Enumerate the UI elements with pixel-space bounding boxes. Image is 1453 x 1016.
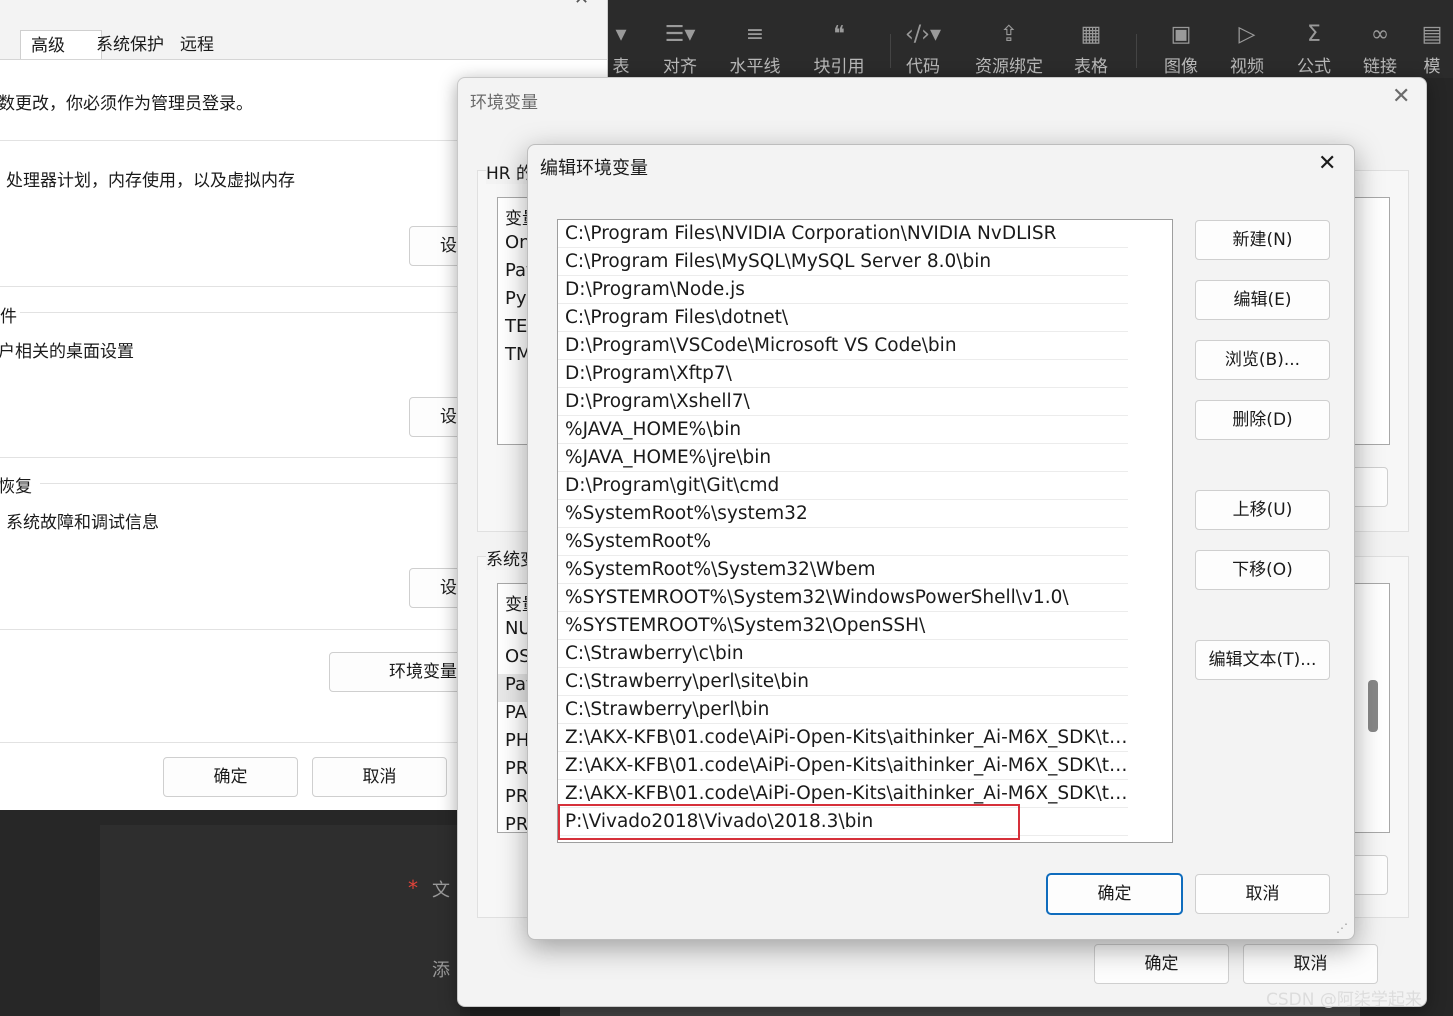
edit-text-button[interactable]: 编辑文本(T)... [1195,640,1330,680]
toolbar-divider [1136,34,1137,68]
window-title: 环境变量 [470,93,538,113]
quote-icon: ❝ [833,22,845,47]
recovery-description: 系统故障和调试信息 [6,513,159,533]
path-list-item[interactable]: C:\Strawberry\c\bin [558,640,1128,668]
path-list-item[interactable]: %SYSTEMROOT%\System32\OpenSSH\ [558,612,1128,640]
move-down-button[interactable]: 下移(O) [1195,550,1330,590]
path-list-item[interactable]: C:\Strawberry\perl\bin [558,696,1128,724]
close-icon[interactable]: ✕ [1318,151,1336,176]
close-icon[interactable]: ✕ [574,0,589,9]
close-icon[interactable]: ✕ [1392,84,1410,109]
path-list-item[interactable]: %JAVA_HOME%\jre\bin [558,444,1128,472]
path-rows: C:\Program Files\NVIDIA Corporation\NVID… [558,220,1172,836]
divider [0,457,470,458]
video-icon: ▷ [1238,22,1256,47]
path-list-item[interactable]: D:\Program\Xshell7\ [558,388,1128,416]
tab-remote[interactable]: 远程 [176,30,218,60]
path-list-item[interactable]: C:\Strawberry\perl\site\bin [558,668,1128,696]
watermark: CSDN @阿柒学起来 [1266,990,1422,1010]
toolbar-hr[interactable]: ≡ 水平线 [720,18,790,77]
list-item[interactable]: PR [505,814,528,832]
align-icon: ☰▾ [664,22,696,47]
template-icon: ▤ [1421,22,1443,47]
path-list-item[interactable]: %SystemRoot%\system32 [558,500,1128,528]
divider [20,312,470,313]
form-label-article: 文 [432,880,450,901]
divider [0,286,470,287]
list-item[interactable]: Py [505,288,527,309]
editor-toolbar: ▾ 表 ☰▾ 对齐 ≡ 水平线 ❝ 块引用 ‹/›▾ 代码 ⇪ 资源绑定 ▦ 表… [606,0,1453,78]
resize-grip-icon[interactable]: ⋰ [1336,921,1348,935]
cancel-button[interactable]: 取消 [312,757,447,797]
path-list-item[interactable]: %SYSTEMROOT%\System32\WindowsPowerShell\… [558,584,1128,612]
image-icon: ▣ [1170,22,1192,47]
dialog-ok-button[interactable]: 确定 [1047,874,1182,914]
path-list-item[interactable]: C:\Program Files\dotnet\ [558,304,1128,332]
path-list-item[interactable]: Z:\AKX-KFB\01.code\AiPi-Open-Kits\aithin… [558,724,1128,752]
path-list[interactable]: C:\Program Files\NVIDIA Corporation\NVID… [557,219,1173,843]
admin-note: 数更改，你必须作为管理员登录。 [0,94,253,114]
divider [0,629,470,630]
form-label-add: 添 [432,960,450,981]
edit-button[interactable]: 编辑(E) [1195,280,1330,320]
path-list-item[interactable]: %SystemRoot% [558,528,1128,556]
hr-icon: ≡ [745,22,765,47]
toolbar-image[interactable]: ▣ 图像 [1146,18,1216,77]
toolbar-link[interactable]: ∞ 链接 [1345,18,1415,77]
list-item[interactable]: PH [505,730,529,751]
divider [0,140,470,141]
sigma-icon: Σ [1307,22,1321,47]
path-list-item[interactable]: D:\Program\VSCode\Microsoft VS Code\bin [558,332,1128,360]
code-icon: ‹/›▾ [904,22,942,47]
profile-header: 件 [0,307,17,327]
tab-system-protection[interactable]: 系统保护 [92,30,168,60]
toolbar-code[interactable]: ‹/›▾ 代码 [888,18,958,77]
profile-description: 户相关的桌面设置 [0,342,134,362]
browse-button[interactable]: 浏览(B)... [1195,340,1330,380]
edit-environment-variable-dialog: 编辑环境变量 ✕ C:\Program Files\NVIDIA Corpora… [527,144,1355,940]
toolbar-quote[interactable]: ❝ 块引用 [804,18,874,77]
toolbar-formula[interactable]: Σ 公式 [1279,18,1349,77]
scrollbar-thumb[interactable] [1368,680,1378,732]
list-item[interactable]: PR [505,758,528,779]
editor-form-panel [100,825,460,1016]
path-list-item[interactable]: C:\Program Files\NVIDIA Corporation\NVID… [558,220,1128,248]
path-list-item[interactable]: %SystemRoot%\System32\Wbem [558,556,1128,584]
env-ok-button[interactable]: 确定 [1094,944,1229,984]
path-list-item[interactable]: %JAVA_HOME%\bin [558,416,1128,444]
path-list-item[interactable]: D:\Program\Xftp7\ [558,360,1128,388]
tab-bar: 高级 系统保护 远程 [0,24,607,61]
divider [40,483,470,484]
dialog-cancel-button[interactable]: 取消 [1195,874,1330,914]
required-star: * [408,876,418,900]
path-list-item[interactable]: C:\Program Files\MySQL\MySQL Server 8.0\… [558,248,1128,276]
move-up-button[interactable]: 上移(U) [1195,490,1330,530]
divider [0,742,470,743]
new-button[interactable]: 新建(N) [1195,220,1330,260]
tab-partial[interactable] [0,30,6,60]
tab-advanced[interactable]: 高级 [20,30,102,61]
ok-button[interactable]: 确定 [163,757,298,797]
upload-icon: ⇪ [999,22,1019,47]
list-item[interactable]: PA [505,702,527,723]
path-list-item[interactable]: D:\Program\git\Git\cmd [558,472,1128,500]
delete-button[interactable]: 删除(D) [1195,400,1330,440]
grid-icon: ▦ [1080,22,1102,47]
path-list-item[interactable]: D:\Program\Node.js [558,276,1128,304]
toolbar-video[interactable]: ▷ 视频 [1212,18,1282,77]
recovery-header: 恢复 [0,477,32,497]
performance-description: 处理器计划，内存使用，以及虚拟内存 [6,171,295,191]
list-item[interactable]: TE [505,316,527,337]
toolbar-grid[interactable]: ▦ 表格 [1056,18,1126,77]
path-list-item[interactable]: Z:\AKX-KFB\01.code\AiPi-Open-Kits\aithin… [558,752,1128,780]
env-cancel-button[interactable]: 取消 [1243,944,1378,984]
highlight-box [558,804,1020,840]
toolbar-resource[interactable]: ⇪ 资源绑定 [971,18,1047,77]
list-item[interactable]: PR [505,786,528,807]
dialog-title: 编辑环境变量 [540,158,648,179]
link-icon: ∞ [1370,22,1390,47]
toolbar-template[interactable]: ▤ 模 [1412,18,1452,77]
toolbar-align[interactable]: ☰▾ 对齐 [645,18,715,77]
